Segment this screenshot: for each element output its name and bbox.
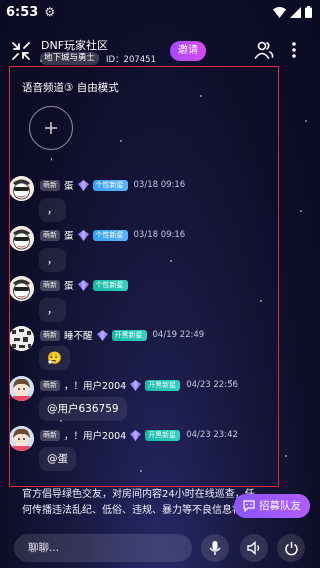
user-avatar[interactable] [9,226,34,251]
message-bubble: ， [39,198,66,222]
title-pill: 个性新星 [92,279,128,291]
message-meta: 萌新 ，！用户2004 开黑新星 04/23 22:56 [40,378,238,392]
anime-avatar-icon [9,426,34,451]
level-badge: 萌新 [40,179,60,191]
microphone-icon [209,541,221,555]
level-badge: 萌新 [40,379,60,391]
message-meta: 萌新 睡不醒 开黑新星 04/19 22:49 [40,328,204,342]
title-pill: 开黑新星 [145,379,181,391]
cartoon-avatar-icon [9,276,34,301]
user-avatar[interactable] [9,376,34,401]
gem-icon [77,229,89,241]
title-pill: 个性新星 [92,179,128,191]
gem-icon [77,179,89,191]
power-icon [284,541,298,555]
gem-icon [130,379,142,391]
username[interactable]: 蛋 [64,278,74,292]
message-bubble: @用户636759 [39,397,127,421]
message-bubble: @蛋 [39,447,76,471]
username[interactable]: ，！用户2004 [64,428,126,442]
message-bubble: 😮‍💨 [39,346,70,370]
username[interactable]: 蛋 [64,178,74,192]
room-title: DNF玩家社区 [41,39,109,52]
settings-status-icon: ⚙ [44,5,56,19]
speaker-button[interactable] [240,534,268,562]
room-id: ID：207451 [106,55,156,65]
add-mic-seat-button[interactable] [29,106,73,150]
message-time: 04/19 22:49 [152,330,205,340]
user-avatar[interactable] [9,326,34,351]
message-meta: 萌新 ，！用户2004 开黑新星 04/23 23:42 [40,428,238,442]
recruit-teammates-button[interactable]: 招募队友 [234,494,310,518]
message-bubble: ， [39,298,66,322]
message-time: 03/18 09:16 [133,230,186,240]
message-meta: 萌新 蛋 个性新星 03/18 09:16 [40,178,185,192]
more-options-icon[interactable] [286,40,302,60]
voice-channel-label: 语音频道③ 自由模式 [22,82,119,94]
message-meta: 萌新 蛋 个性新星 03/18 09:16 [40,228,185,242]
username[interactable]: 睡不醒 [64,328,93,342]
members-icon[interactable] [254,40,274,60]
user-avatar[interactable] [9,276,34,301]
room-game-tag: 地下城与勇士 [40,52,100,65]
level-badge: 萌新 [40,329,60,341]
gem-icon [77,279,89,291]
title-pill: 开黑新星 [111,329,147,341]
chat-input[interactable]: 聊聊... [14,534,192,562]
gem-icon [96,329,108,341]
room-notice: 官方倡导绿色交友，对房间内容24小时在线巡查，任何传播违法乱纪、低俗、违规、暴力… [22,489,255,516]
signal-icon [290,6,301,18]
recruit-label: 招募队友 [259,500,301,512]
level-badge: 萌新 [40,429,60,441]
title-pill: 个性新星 [92,229,128,241]
anime-avatar-icon [9,376,34,401]
cartoon-avatar-icon [9,176,34,201]
status-bar: 6:53 ⚙ [0,0,320,24]
leave-room-button[interactable] [277,534,305,562]
speaker-icon [247,540,260,556]
gem-icon [130,429,142,441]
status-time: 6:53 [6,4,39,20]
user-avatar[interactable] [9,426,34,451]
plus-icon [45,122,57,134]
user-avatar[interactable] [9,176,34,201]
room-header: DNF玩家社区 地下城与勇士 ID：207451 邀请 [0,34,320,70]
invite-button[interactable]: 邀请 [170,41,206,61]
message-meta: 萌新 蛋 个性新星 [40,278,128,292]
mic-button[interactable] [201,534,229,562]
level-badge: 萌新 [40,229,60,241]
title-pill: 开黑新星 [145,429,181,441]
message-time: 04/23 23:42 [186,430,238,440]
message-time: 03/18 09:16 [133,180,186,190]
battery-icon [305,6,312,18]
wifi-icon [273,6,286,18]
pattern-avatar-icon [9,326,34,351]
message-bubble: ， [39,248,66,272]
collapse-icon[interactable] [10,40,32,62]
username[interactable]: 蛋 [64,228,74,242]
chat-bubble-icon [243,500,255,512]
level-badge: 萌新 [40,279,60,291]
message-time: 04/23 22:56 [186,380,238,390]
cartoon-avatar-icon [9,226,34,251]
seat-divider: ˌ [50,151,53,162]
username[interactable]: ，！用户2004 [64,378,126,392]
